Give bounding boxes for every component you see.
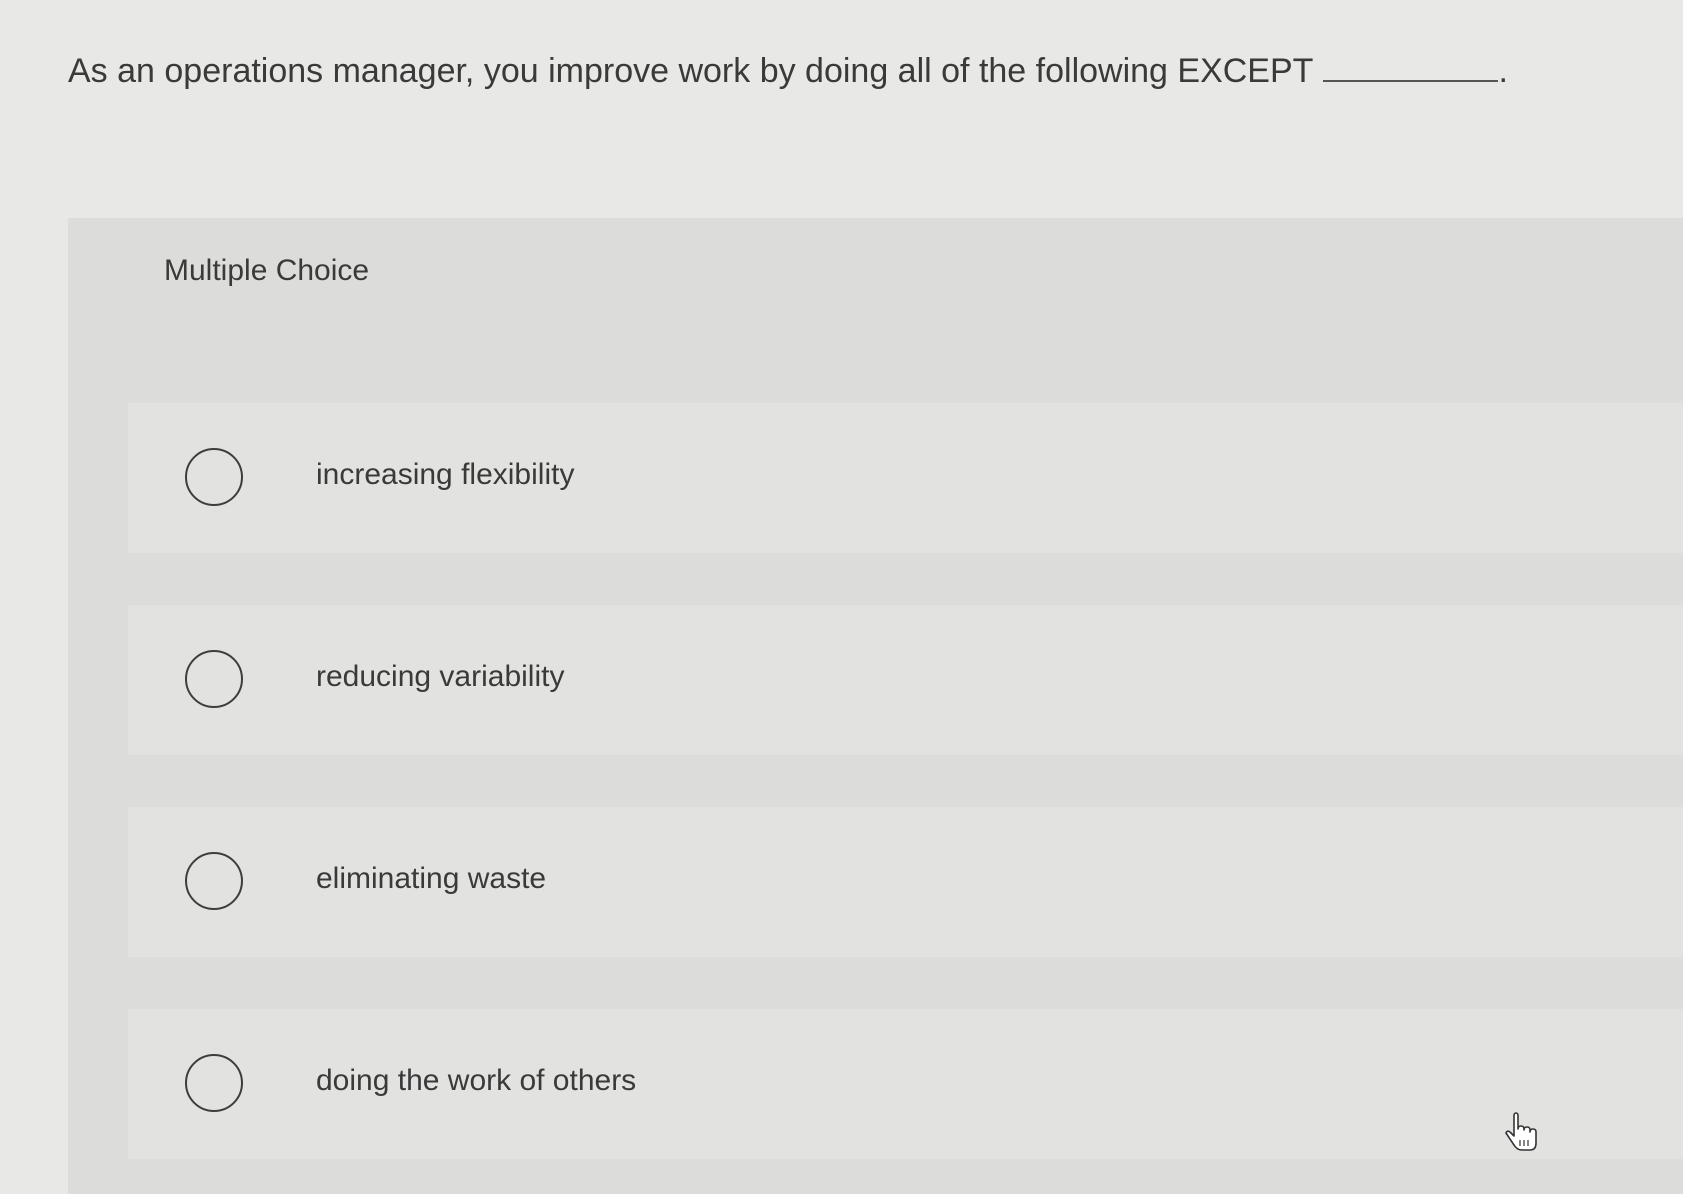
option-increasing-flexibility[interactable]: increasing flexibility [128,403,1683,553]
option-label: eliminating waste [316,862,547,895]
option-eliminating-waste[interactable]: eliminating waste [128,807,1683,957]
multiple-choice-label: Multiple Choice [164,254,370,287]
option-label: reducing variability [316,660,565,693]
radio-circle-icon[interactable] [185,1054,243,1112]
question-text: As an operations manager, you improve wo… [68,52,1508,91]
option-label: increasing flexibility [316,458,575,491]
option-label: doing the work of others [316,1064,637,1097]
radio-circle-icon[interactable] [185,448,243,506]
question-prompt: As an operations manager, you improve wo… [68,52,1314,90]
radio-circle-icon[interactable] [185,650,243,708]
hand-pointer-icon [1500,1112,1544,1156]
answer-blank [1323,54,1499,82]
option-doing-the-work-of-others[interactable]: doing the work of others [128,1009,1683,1159]
radio-circle-icon[interactable] [185,852,243,910]
option-reducing-variability[interactable]: reducing variability [128,605,1683,755]
question-suffix: . [1498,52,1508,90]
multiple-choice-panel: Multiple Choice increasing flexibility r… [68,218,1683,1194]
